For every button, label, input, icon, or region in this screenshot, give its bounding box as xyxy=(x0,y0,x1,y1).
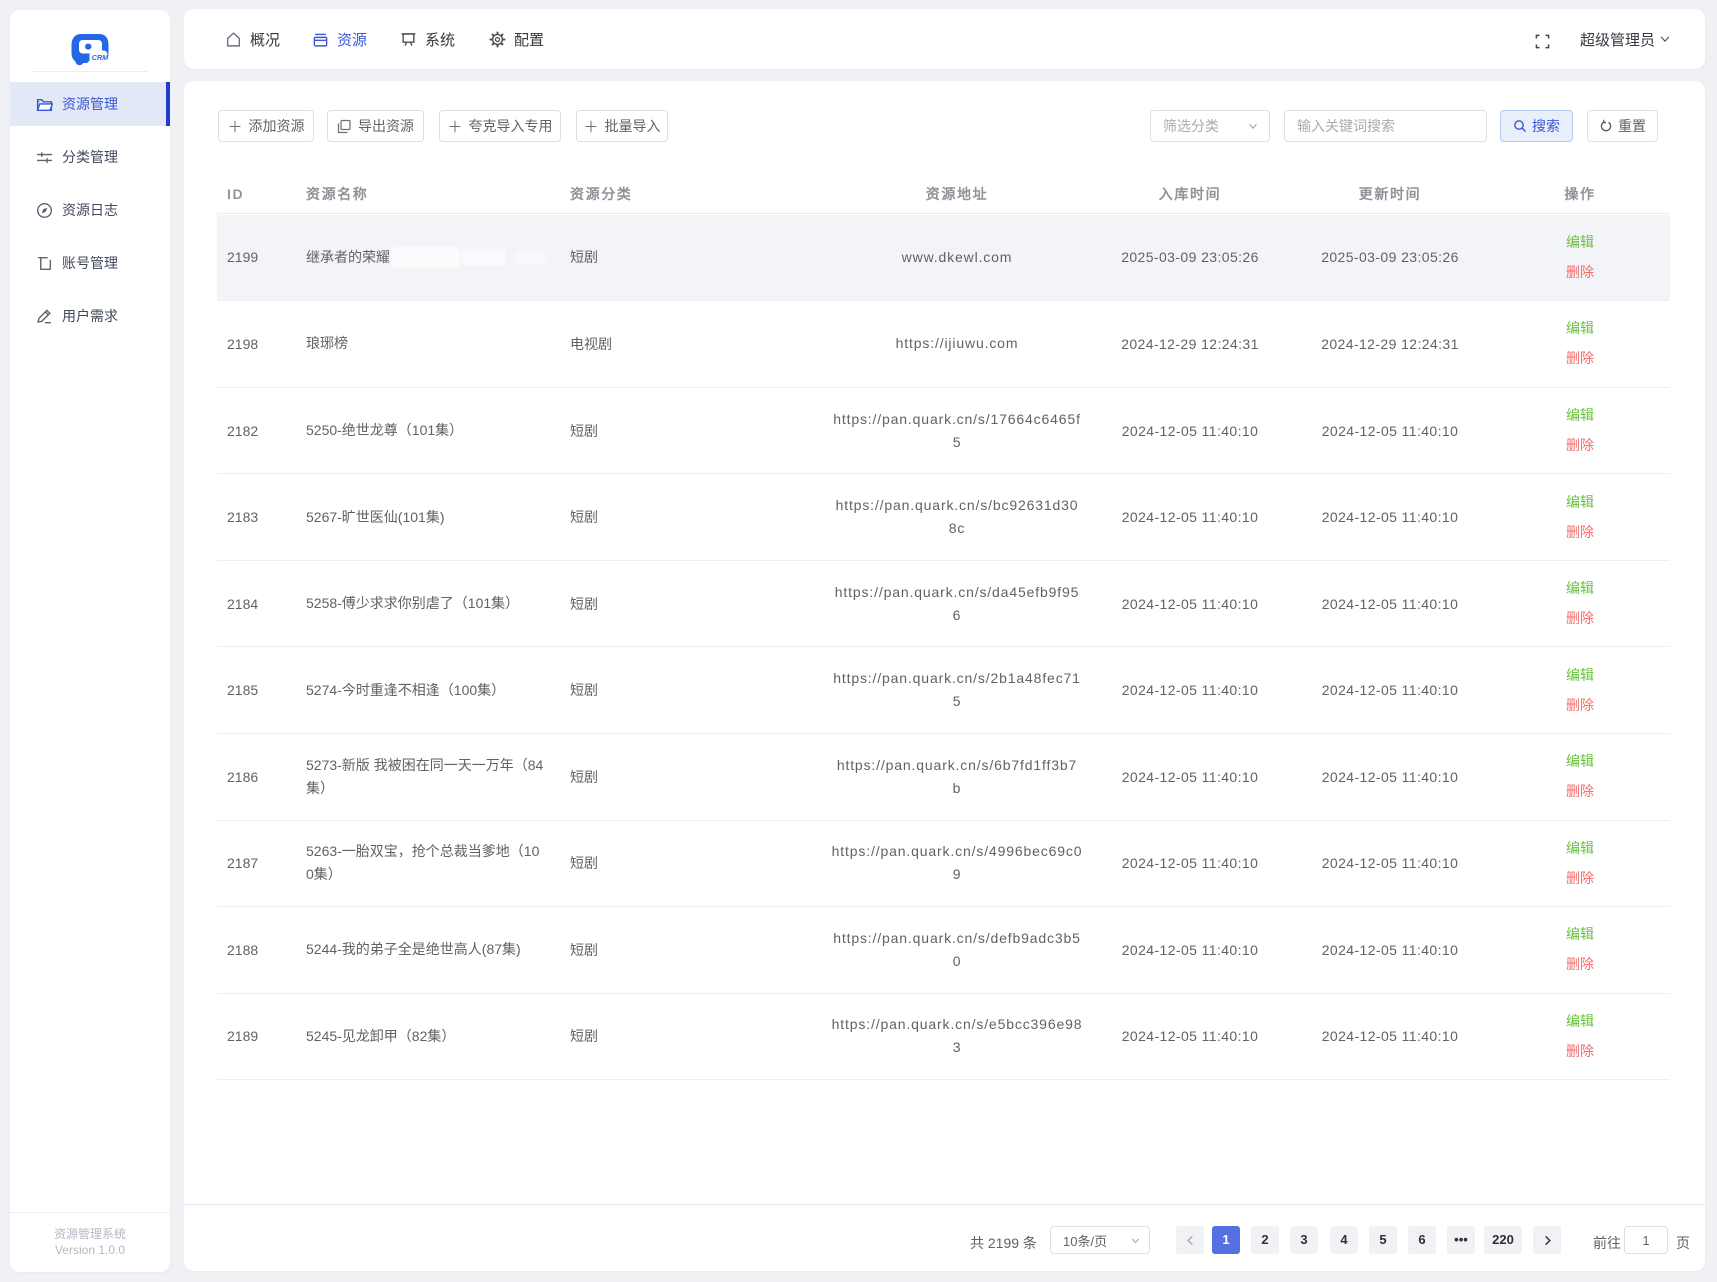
svg-text:CRM: CRM xyxy=(92,53,109,62)
